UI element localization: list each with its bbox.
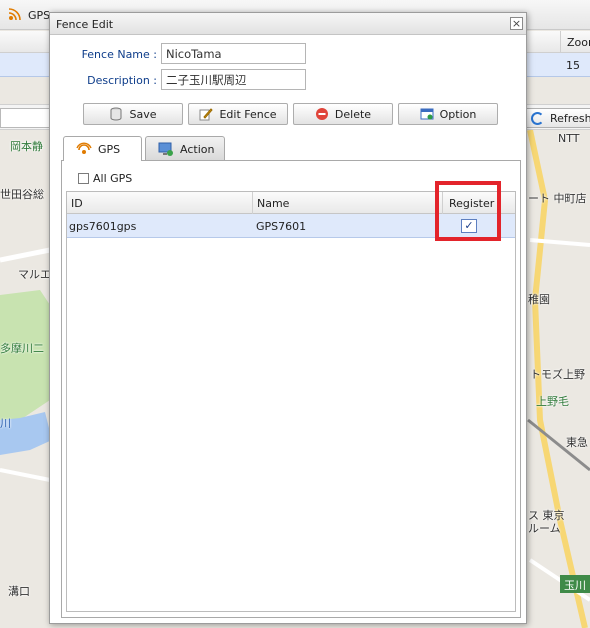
- map-label-mizoguchi: 溝口: [8, 585, 30, 598]
- dialog-title: Fence Edit: [56, 18, 114, 31]
- map-label-tamagawa-sign: 玉川: [564, 579, 586, 592]
- background-zoom-value: 15: [566, 59, 580, 72]
- fence-name-input[interactable]: [161, 43, 306, 64]
- all-gps-checkbox[interactable]: [78, 173, 89, 184]
- column-header-name[interactable]: Name: [253, 192, 443, 214]
- tab-gps-label: GPS: [98, 143, 121, 156]
- option-label: Option: [439, 107, 477, 121]
- gps-signal-icon: [76, 142, 92, 154]
- gps-logo-icon: [8, 8, 21, 21]
- map-label-maru: マルエ: [18, 268, 51, 281]
- map-label-kawa: 川: [0, 417, 11, 430]
- delete-button[interactable]: Delete: [293, 103, 393, 125]
- tab-action-label: Action: [180, 143, 215, 156]
- cell-id: gps7601gps: [69, 220, 137, 233]
- map-label-okamoto: 岡本静: [10, 140, 43, 153]
- database-icon: [110, 107, 122, 121]
- refresh-icon: [531, 112, 544, 125]
- description-label: Description :: [87, 74, 157, 87]
- all-gps-label: All GPS: [93, 172, 133, 185]
- gps-grid: ID Name Register gps7601gps GPS7601 ✓: [66, 191, 516, 612]
- cell-name: GPS7601: [256, 220, 307, 233]
- tab-action[interactable]: Action: [145, 136, 225, 160]
- background-zoom-header[interactable]: Zoom: [560, 31, 590, 53]
- map-label-tomozu: トモズ上野: [530, 368, 585, 381]
- tab-gps[interactable]: GPS: [63, 136, 142, 161]
- save-label: Save: [129, 107, 157, 121]
- refresh-button[interactable]: Refresh: [525, 108, 590, 128]
- map-label-nakamachi: ート 中町店: [528, 192, 587, 205]
- delete-icon: [315, 108, 328, 120]
- background-app-title: GPS: [28, 9, 51, 22]
- register-highlight-box: [435, 181, 501, 241]
- description-input[interactable]: [161, 69, 306, 90]
- map-label-setagaya: 世田谷総: [0, 188, 44, 201]
- background-search-input[interactable]: [0, 108, 50, 128]
- edit-pencil-icon: [199, 108, 214, 121]
- delete-label: Delete: [334, 107, 372, 121]
- map-label-room: ルーム: [528, 522, 561, 535]
- map-label-tokyu: 東急: [566, 436, 588, 449]
- close-button[interactable]: ×: [510, 17, 523, 30]
- option-button[interactable]: Option: [398, 103, 498, 125]
- save-button[interactable]: Save: [83, 103, 183, 125]
- map-label-ntt: NTT: [558, 132, 580, 145]
- column-header-id[interactable]: ID: [67, 192, 253, 214]
- edit-fence-label: Edit Fence: [219, 107, 277, 121]
- all-gps-option[interactable]: All GPS: [78, 172, 132, 185]
- fence-name-label: Fence Name :: [81, 48, 157, 61]
- edit-fence-button[interactable]: Edit Fence: [188, 103, 288, 125]
- dialog-titlebar[interactable]: Fence Edit: [50, 13, 526, 35]
- map-label-kaminoge: 上野毛: [536, 395, 569, 408]
- map-label-tamagawa: 多摩川二: [0, 342, 44, 355]
- action-monitor-icon: [158, 142, 173, 156]
- fence-edit-dialog: Fence Edit × Fence Name : Description : …: [49, 12, 527, 624]
- option-window-icon: [420, 108, 434, 120]
- refresh-label: Refresh: [550, 112, 590, 125]
- map-label-suiran: 稚園: [528, 293, 550, 306]
